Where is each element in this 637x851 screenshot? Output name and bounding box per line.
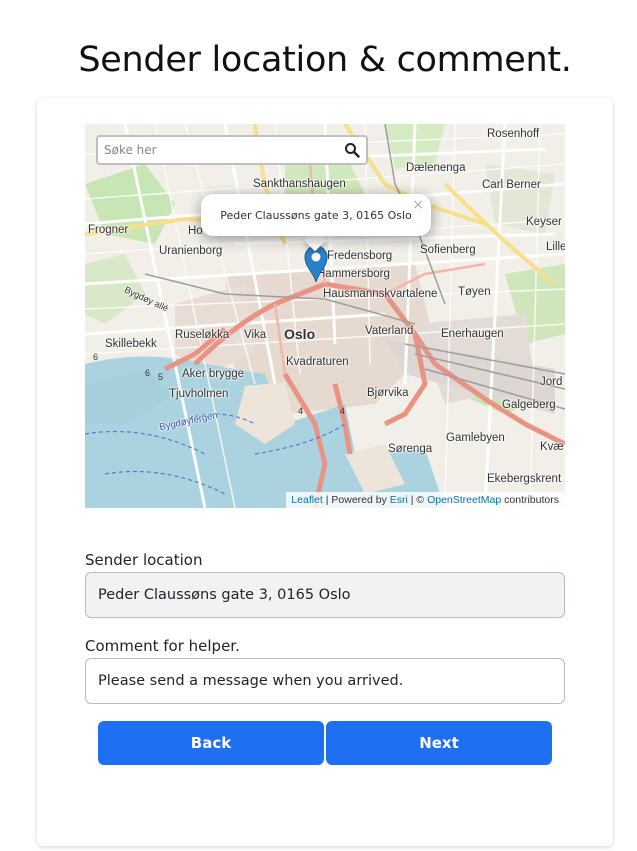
- svg-text:4: 4: [340, 406, 345, 416]
- map-label: Vika: [244, 329, 267, 341]
- esri-link[interactable]: Esri: [390, 494, 408, 506]
- search-icon[interactable]: [338, 137, 366, 163]
- location-popup: Peder Claussøns gate 3, 0165 Oslo ×: [201, 194, 431, 236]
- map-label: Jord: [540, 376, 563, 388]
- map-label: Kvæ: [540, 441, 564, 453]
- map-search-input[interactable]: [102, 137, 339, 163]
- popup-address: Peder Claussøns gate 3, 0165 Oslo: [220, 208, 412, 222]
- map-label: Carl Berner: [482, 179, 541, 191]
- svg-text:6: 6: [145, 368, 150, 378]
- map-label: Sofienberg: [420, 244, 476, 256]
- attribution-text: contributors: [501, 494, 559, 506]
- map-label: Vaterland: [365, 325, 414, 337]
- map-label: Sørenga: [388, 443, 433, 455]
- svg-text:5: 5: [158, 372, 163, 382]
- osm-link[interactable]: OpenStreetMap: [427, 494, 501, 506]
- map-marker-icon[interactable]: [304, 245, 328, 287]
- sender-location-label: Sender location: [85, 551, 203, 569]
- map-search-control: [96, 135, 368, 165]
- map-label: Uranienborg: [159, 245, 223, 257]
- sender-location-field[interactable]: [85, 572, 565, 618]
- map-label: Dælenenga: [406, 162, 466, 174]
- map-label: Frogner: [88, 224, 129, 236]
- next-button[interactable]: Next: [326, 721, 552, 765]
- map-label: Ruseløkka: [175, 329, 230, 341]
- map-label: Sankthanshaugen: [253, 178, 346, 190]
- map-label: Rosenhoff: [487, 128, 540, 140]
- map-label: Gamlebyen: [446, 432, 505, 444]
- map-attribution: Leaflet | Powered by Esri | © OpenStreet…: [286, 492, 565, 508]
- svg-text:6: 6: [93, 352, 98, 362]
- map-label: Oslo: [284, 326, 316, 342]
- map-label: Aker brygge: [182, 368, 245, 380]
- map-label: Enerhaugen: [441, 328, 504, 340]
- attribution-text: | ©: [407, 494, 428, 506]
- comment-label: Comment for helper.: [85, 637, 240, 655]
- page-title: Sender location & comment.: [78, 40, 572, 80]
- map-label: Tøyen: [458, 286, 491, 298]
- map-label: Skillebekk: [105, 338, 157, 350]
- map-label: Bjørvika: [367, 387, 409, 399]
- map-label: Keyser: [526, 216, 562, 228]
- map-label: Tjuvholmen: [169, 388, 229, 400]
- attribution-text: | Powered by: [322, 494, 390, 506]
- map-label: Hausmannskvartalene: [323, 288, 438, 300]
- map[interactable]: 665 44 Rosenhoff Dælenenga Sankthanshaug…: [85, 124, 565, 508]
- map-label: Lille: [546, 241, 565, 253]
- leaflet-link[interactable]: Leaflet: [291, 494, 323, 506]
- svg-text:4: 4: [298, 406, 303, 416]
- map-label: Ekebergskrent: [487, 473, 562, 485]
- close-icon[interactable]: ×: [412, 197, 424, 213]
- back-button[interactable]: Back: [98, 721, 324, 765]
- map-label: Fredensborg: [327, 250, 393, 262]
- map-label: Kvadraturen: [286, 356, 349, 368]
- comment-field[interactable]: [85, 658, 565, 704]
- map-label: Galgeberg: [502, 399, 556, 411]
